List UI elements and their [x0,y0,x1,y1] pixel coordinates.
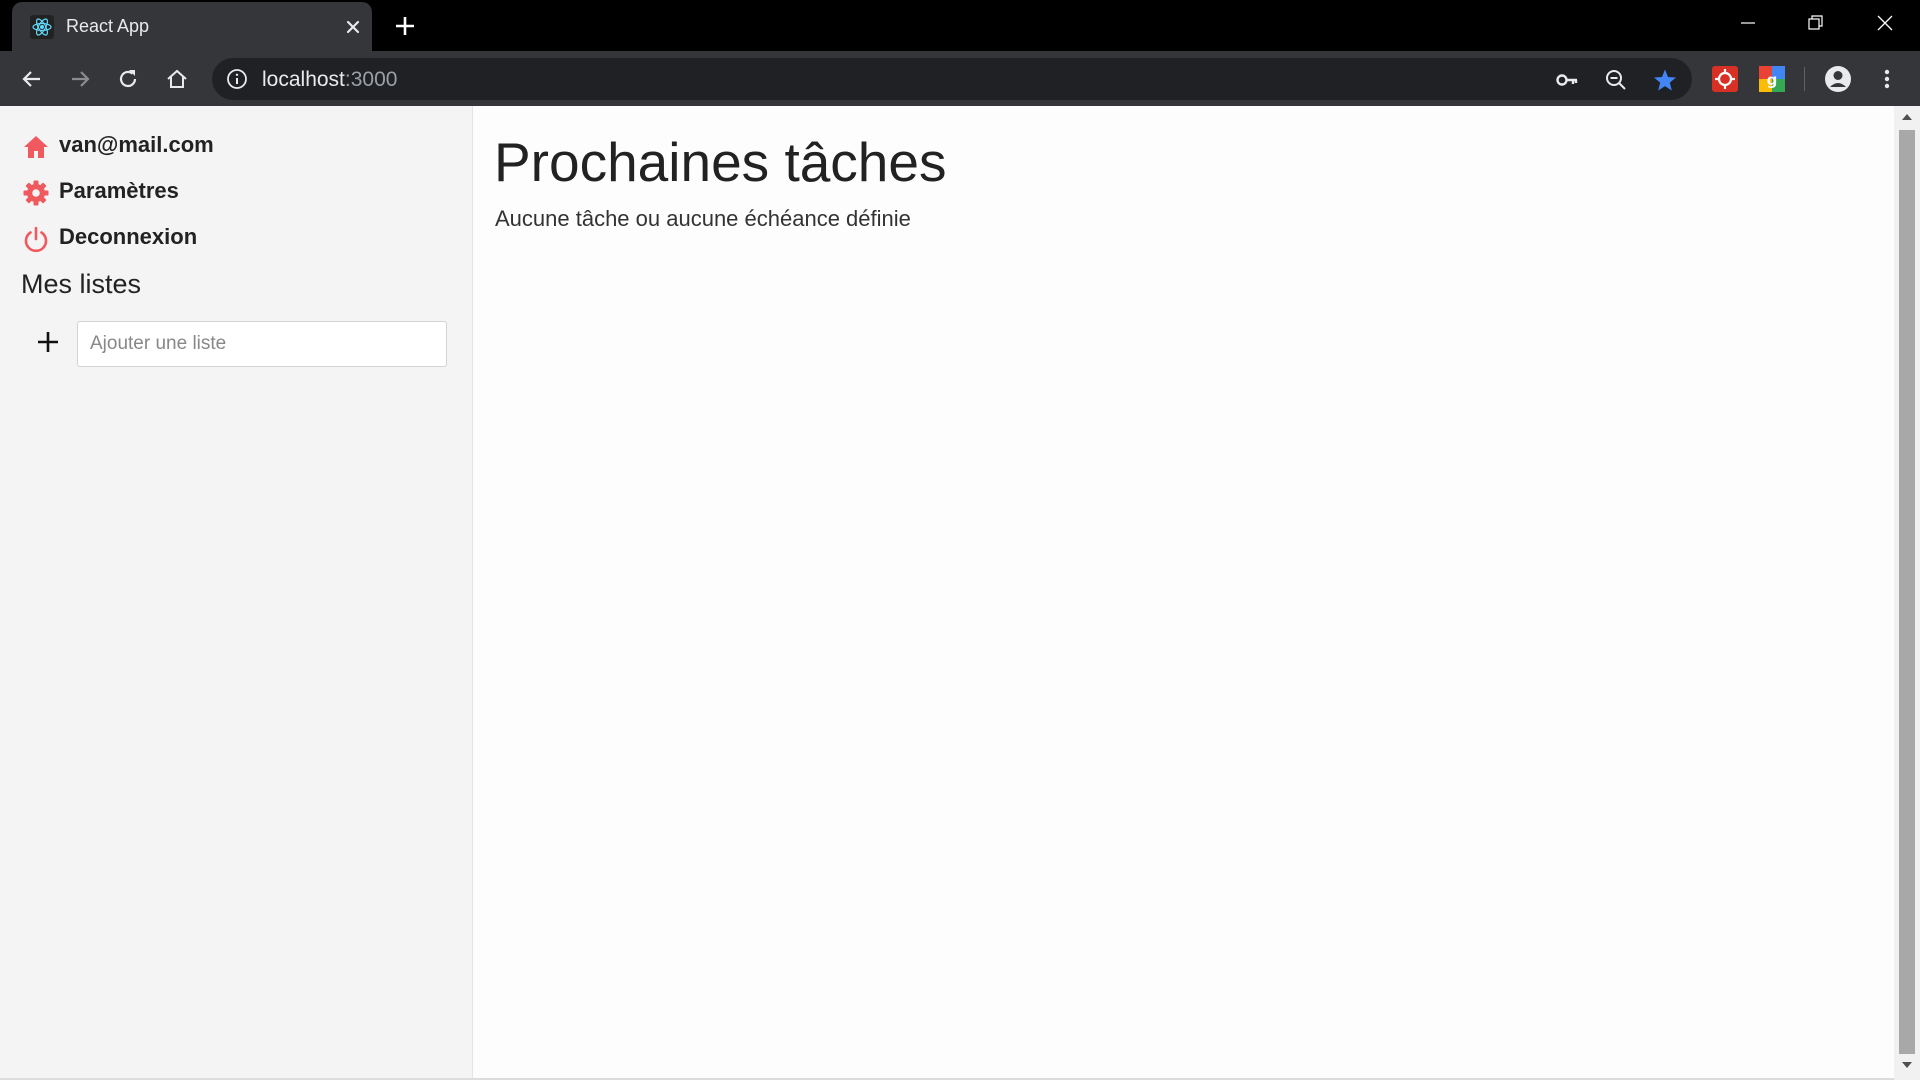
sidebar-item-logout[interactable]: Deconnexion [20,218,440,258]
scroll-up-arrow-icon[interactable] [1900,110,1914,124]
back-button[interactable] [14,61,50,97]
address-bar[interactable]: localhost:3000 [212,58,1692,100]
power-icon [24,226,48,253]
gear-icon [23,180,49,206]
close-icon [1877,15,1893,31]
url-host: localhost [262,68,345,91]
add-list-plus-icon[interactable] [34,328,62,356]
arrow-right-icon [72,71,90,87]
sidebar: van@mail.com Paramètres Deconnexion Mes … [0,106,473,1080]
browser-toolbar: localhost:3000 g [0,51,1920,106]
zoom-out-icon[interactable] [1603,67,1629,93]
lists-heading: Mes listes [21,269,142,299]
tab-title: React App [66,16,150,36]
react-logo-icon [30,15,54,39]
page-title: Prochaines tâches [494,131,947,193]
reload-icon [119,70,137,88]
new-tab-icon[interactable] [390,11,420,41]
extension-google-icon[interactable]: g [1757,64,1787,94]
browser-tab-strip: React App [0,0,1920,51]
page-viewport: van@mail.com Paramètres Deconnexion Mes … [0,106,1920,1080]
toolbar-separator [1804,67,1805,91]
minimize-button[interactable] [1720,6,1776,40]
home-button[interactable] [159,61,195,97]
home-outline-icon [167,69,187,88]
sidebar-item-settings[interactable]: Paramètres [20,172,440,212]
arrow-left-icon [22,71,40,87]
scrollbar-thumb[interactable] [1899,130,1915,1054]
close-window-button[interactable] [1857,6,1913,40]
browser-tab[interactable]: React App [12,2,372,51]
sidebar-item-account[interactable]: van@mail.com [20,126,440,166]
vertical-scrollbar[interactable] [1894,106,1920,1080]
sidebar-item-label: Paramètres [59,178,179,203]
info-icon[interactable] [226,68,248,90]
forward-button[interactable] [62,61,98,97]
add-list-input[interactable] [77,321,447,367]
main-content: Prochaines tâches Aucune tâche ou aucune… [474,106,1894,1080]
sidebar-item-label: van@mail.com [59,132,214,157]
extension-red-icon[interactable] [1710,64,1740,94]
url-port: :3000 [344,68,398,91]
empty-state-message: Aucune tâche ou aucune échéance définie [495,206,911,231]
close-tab-icon[interactable] [340,14,366,40]
sidebar-item-label: Deconnexion [59,224,198,249]
profile-avatar-icon[interactable] [1823,64,1853,94]
bookmark-star-icon[interactable] [1652,67,1678,93]
reload-button[interactable] [110,61,146,97]
key-icon[interactable] [1554,67,1580,93]
minimize-icon [1741,22,1755,24]
svg-text:g: g [1767,71,1778,89]
scroll-down-arrow-icon[interactable] [1900,1058,1914,1072]
menu-kebab-icon[interactable] [1872,64,1902,94]
url-text[interactable]: localhost:3000 [262,68,397,92]
restore-button[interactable] [1788,6,1844,40]
restore-icon [1808,15,1823,30]
home-icon [24,136,48,158]
